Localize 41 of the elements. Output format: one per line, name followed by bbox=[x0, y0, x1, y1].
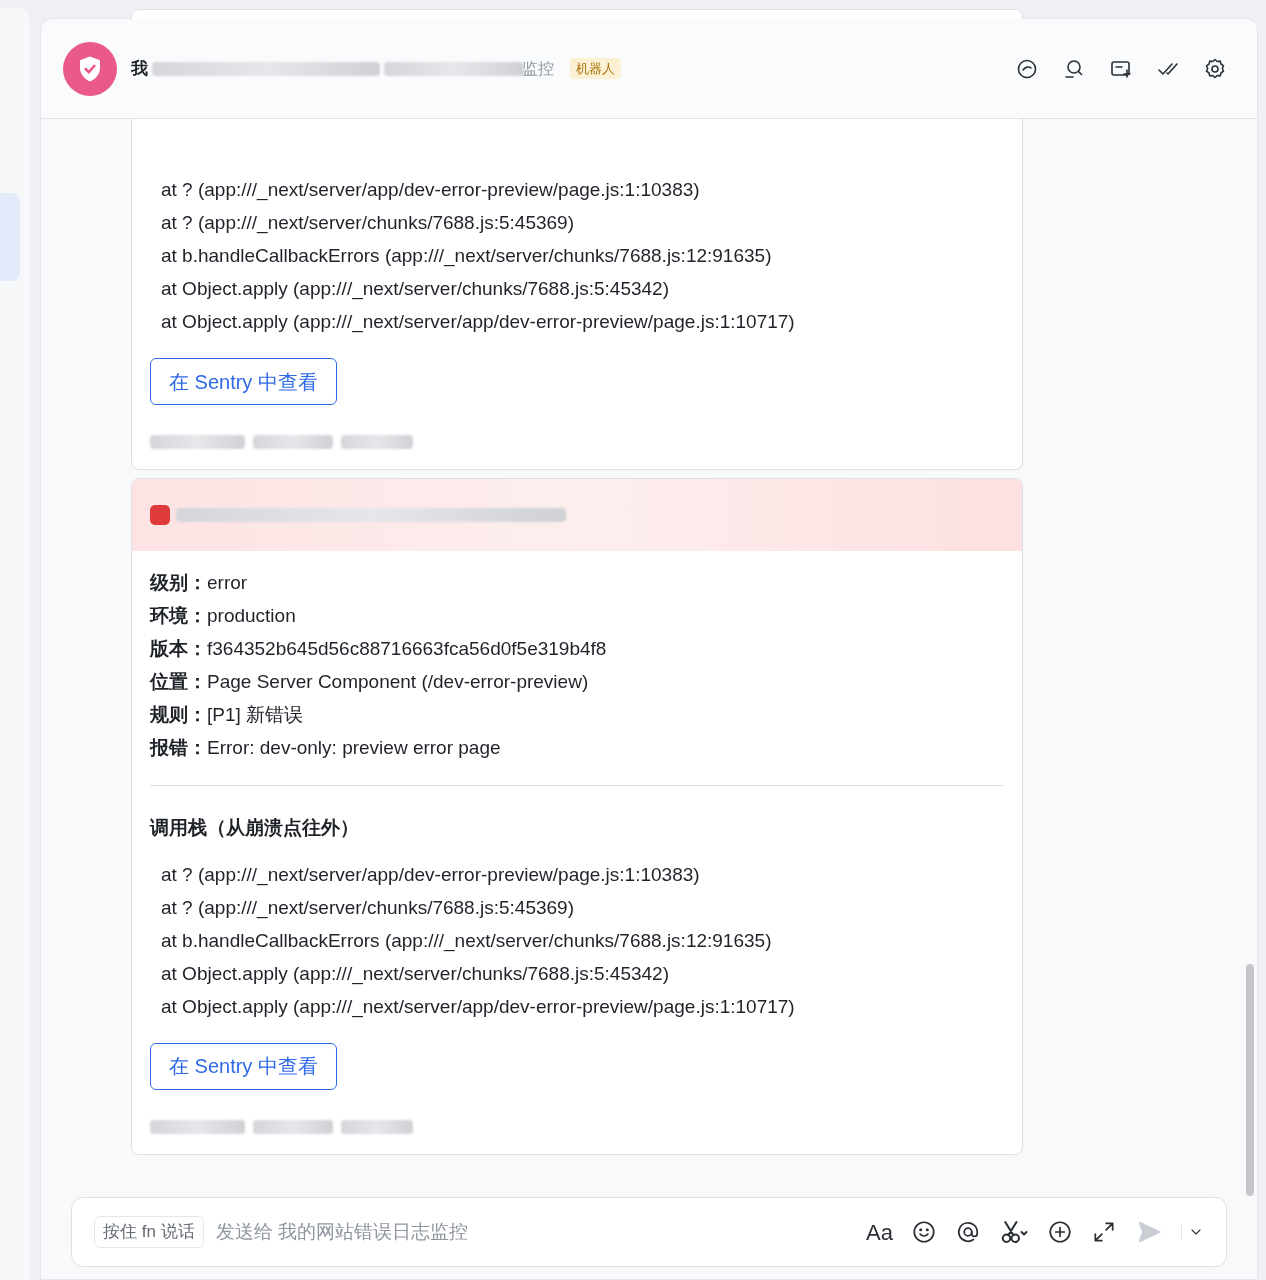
field-value: f364352b645d56c88716663fca56d0f5e319b4f8 bbox=[207, 637, 607, 661]
field-label: 版本： bbox=[150, 637, 207, 661]
stack-line: at ? (app:///_next/server/chunks/7688.js:5:45369) bbox=[161, 211, 575, 235]
blurred-timestamp bbox=[341, 1119, 413, 1134]
smiley-icon[interactable] bbox=[911, 1219, 937, 1245]
field-value: error bbox=[207, 571, 248, 595]
field-label: 位置： bbox=[150, 670, 207, 694]
stack-line: at ? (app:///_next/server/app/dev-error-preview/page.js:1:10383) bbox=[161, 178, 701, 202]
field-label: 报错： bbox=[150, 736, 207, 760]
text-format-button[interactable]: Aa bbox=[866, 1215, 893, 1249]
chat-title: 监控 bbox=[522, 58, 554, 79]
bot-avatar bbox=[63, 41, 117, 96]
stack-heading: 调用栈（从崩溃点往外） bbox=[150, 816, 360, 840]
field-value: Page Server Component (/dev-error-preview) bbox=[207, 670, 589, 694]
stack-line: at ? (app:///_next/server/app/dev-error-preview/page.js:1:10383) bbox=[161, 862, 701, 887]
settings-icon[interactable] bbox=[1203, 56, 1227, 81]
at-sign-icon[interactable] bbox=[955, 1219, 981, 1245]
field-label: 规则： bbox=[150, 703, 207, 727]
message-input[interactable]: 发送给 我的网站错误日志监控 bbox=[215, 1217, 867, 1247]
stack-line: at Object.apply (app:///_next/server/chunks/7688.js:5:45342) bbox=[161, 961, 671, 986]
field-value: production bbox=[207, 604, 296, 628]
blurred-timestamp bbox=[341, 435, 413, 449]
field-label: 级别： bbox=[150, 571, 207, 595]
stack-line: at Object.apply (app:///_next/server/chunks/7688.js:5:45342) bbox=[161, 277, 671, 301]
scrollbar[interactable] bbox=[1246, 964, 1254, 1196]
view-in-sentry-button[interactable]: 在 Sentry 中查看 bbox=[150, 358, 337, 405]
stack-line: at Object.apply (app:///_next/server/app/dev-error-preview/page.js:1:10717) bbox=[161, 310, 796, 334]
field-value: Error: dev-only: preview error page bbox=[207, 736, 501, 760]
add-circle-icon[interactable] bbox=[1047, 1219, 1073, 1245]
field-value: [P1] 新错误 bbox=[207, 703, 304, 727]
alert-icon bbox=[150, 505, 170, 525]
stack-line: at Object.apply (app:///_next/server/app/dev-error-preview/page.js:1:10717) bbox=[161, 994, 796, 1019]
view-in-sentry-button[interactable]: 在 Sentry 中查看 bbox=[150, 1042, 337, 1090]
bot-badge: 机器人 bbox=[570, 57, 621, 80]
field-label: 环境： bbox=[150, 604, 207, 628]
stack-line: at ? (app:///_next/server/chunks/7688.js:5:45369) bbox=[161, 895, 575, 920]
voice-input-hint[interactable]: 按住 fn 说话 bbox=[94, 1216, 204, 1248]
stack-line: at b.handleCallbackErrors (app:///_next/server/chunks/7688.js:12:91635) bbox=[161, 928, 773, 953]
expand-icon[interactable] bbox=[1091, 1219, 1117, 1245]
stack-line: at b.handleCallbackErrors (app:///_next/server/chunks/7688.js:12:91635) bbox=[161, 244, 773, 268]
chat-title: 我 bbox=[131, 57, 148, 80]
